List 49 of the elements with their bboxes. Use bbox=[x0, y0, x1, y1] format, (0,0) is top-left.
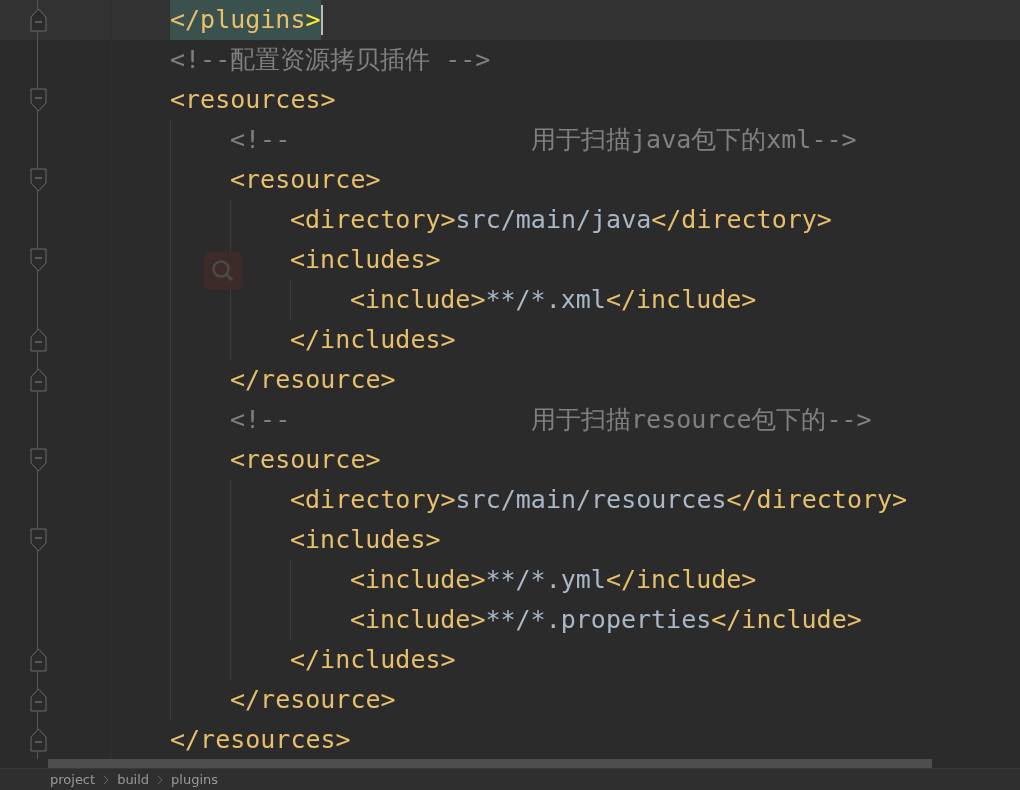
unfold-end-icon[interactable] bbox=[30, 328, 47, 352]
code-text: **/*.properties bbox=[485, 604, 712, 636]
chevron-icon bbox=[157, 774, 164, 785]
breadcrumb-item[interactable]: plugins bbox=[171, 771, 219, 788]
code-tag: </directory> bbox=[726, 480, 908, 520]
code-tag: </include> bbox=[605, 560, 757, 600]
fold-icon[interactable] bbox=[30, 248, 47, 272]
code-tag: </resource> bbox=[230, 360, 396, 400]
code-comment: <!-- 用于扫描resource包下的--> bbox=[230, 404, 872, 436]
unfold-end-icon[interactable] bbox=[30, 8, 47, 32]
code-tag: </include> bbox=[605, 280, 757, 320]
code-comment: <!--配置资源拷贝插件 --> bbox=[170, 44, 491, 76]
code-text: **/*.xml bbox=[485, 284, 606, 316]
code-tag: <includes> bbox=[290, 520, 441, 560]
scrollbar-thumb[interactable] bbox=[48, 759, 932, 769]
code-tag: <include> bbox=[350, 560, 486, 600]
code-tag: <include> bbox=[350, 280, 486, 320]
search-icon[interactable] bbox=[204, 252, 242, 290]
unfold-end-icon[interactable] bbox=[30, 648, 47, 672]
code-tag: <resources> bbox=[170, 80, 336, 120]
code-tag: <include> bbox=[350, 600, 486, 640]
breadcrumb-item[interactable]: build bbox=[117, 771, 150, 788]
code-tag: </include> bbox=[711, 600, 862, 640]
fold-icon[interactable] bbox=[30, 528, 47, 552]
code-tag: <directory> bbox=[290, 480, 456, 520]
code-text: src/main/resources bbox=[455, 484, 727, 516]
code-tag: <includes> bbox=[290, 240, 441, 280]
code-comment: <!-- 用于扫描java包下的xml--> bbox=[230, 124, 857, 156]
code-tag: </resources> bbox=[170, 720, 351, 760]
fold-icon[interactable] bbox=[30, 168, 47, 192]
code-tag: </includes> bbox=[290, 640, 456, 680]
fold-icon[interactable] bbox=[30, 448, 47, 472]
code-tag: </resource> bbox=[230, 680, 396, 720]
breadcrumb-item[interactable]: project bbox=[50, 771, 96, 788]
text-caret bbox=[320, 5, 323, 35]
code-tag: </directory> bbox=[651, 200, 832, 240]
fold-icon[interactable] bbox=[30, 88, 47, 112]
unfold-end-icon[interactable] bbox=[30, 688, 47, 712]
code-tag: </plugins bbox=[170, 0, 306, 40]
code-tag: <resource> bbox=[230, 160, 381, 200]
code-tag: <directory> bbox=[290, 200, 456, 240]
chevron-icon bbox=[103, 774, 110, 785]
code-text: **/*.yml bbox=[485, 564, 606, 596]
unfold-end-icon[interactable] bbox=[30, 368, 47, 392]
code-tag: <resource> bbox=[230, 440, 381, 480]
code-tag: </includes> bbox=[290, 320, 456, 360]
code-tag: > bbox=[305, 0, 321, 40]
code-text: src/main/java bbox=[455, 204, 652, 236]
unfold-end-icon[interactable] bbox=[30, 728, 47, 752]
